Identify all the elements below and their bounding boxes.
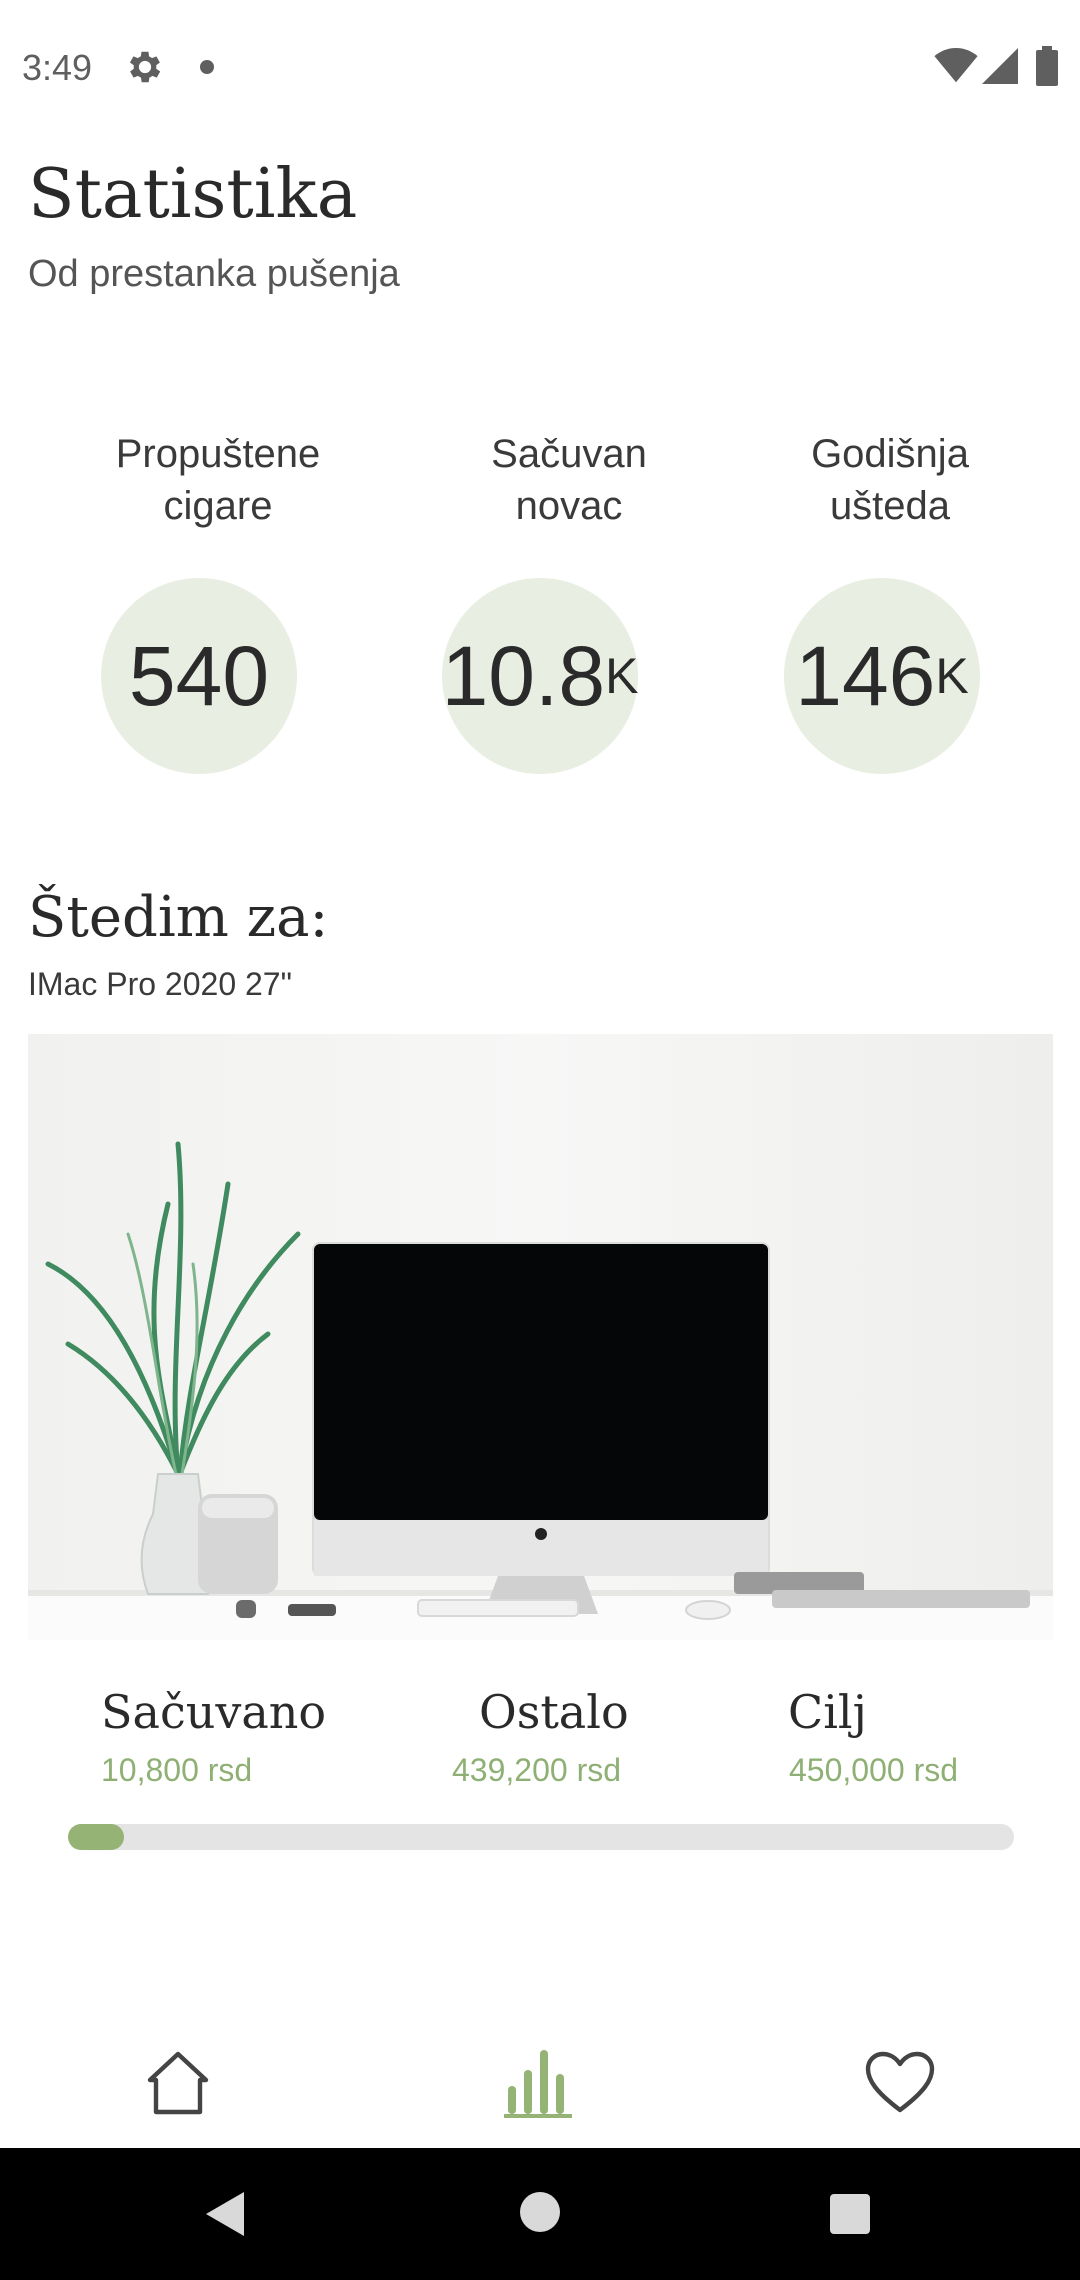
remaining-label: Ostalo bbox=[479, 1685, 629, 1739]
stat-unit-money-saved: K bbox=[605, 648, 639, 704]
saved-value: 10,800 rsd bbox=[101, 1752, 253, 1788]
stat-unit-yearly-savings: K bbox=[935, 648, 969, 704]
stat-label-line2: novac bbox=[515, 484, 623, 528]
home-icon[interactable] bbox=[138, 2042, 218, 2122]
stat-label-yearly-savings: Godišnja ušteda bbox=[730, 428, 1050, 532]
page-subtitle: Od prestanka pušenja bbox=[28, 253, 400, 295]
statistics-icon[interactable] bbox=[500, 2042, 580, 2122]
savings-progress-fill bbox=[68, 1824, 124, 1850]
stat-circle-cigarettes: 540 bbox=[101, 578, 297, 774]
status-time: 3:49 bbox=[22, 47, 93, 88]
wifi-icon bbox=[934, 48, 978, 83]
page-title: Statistika bbox=[28, 155, 358, 234]
stat-value-money-saved: 10.8 bbox=[441, 629, 606, 723]
gear-icon bbox=[129, 51, 161, 83]
stat-value-cigarettes: 540 bbox=[128, 629, 270, 723]
saved-label: Sačuvano bbox=[101, 1685, 327, 1739]
stat-value-yearly-savings: 146 bbox=[795, 629, 936, 723]
recents-icon[interactable] bbox=[828, 2192, 872, 2236]
goal-title: Štedim za: bbox=[28, 885, 329, 950]
stat-label-line2: cigare bbox=[163, 484, 273, 528]
stat-circle-yearly-savings: 146 K bbox=[784, 578, 980, 774]
stat-label-line1: Propuštene bbox=[115, 432, 321, 476]
signal-icon bbox=[982, 48, 1018, 84]
goal-image-illustration bbox=[28, 1034, 1053, 1640]
system-nav-bar bbox=[0, 2148, 1080, 2280]
stat-label-line1: Godišnja bbox=[811, 432, 969, 476]
goal-image bbox=[28, 1034, 1053, 1640]
stat-circle-money-saved: 10.8 K bbox=[442, 578, 638, 774]
savings-progress-bar bbox=[68, 1824, 1014, 1850]
stat-label-line2: ušteda bbox=[829, 484, 951, 528]
target-label: Cilj bbox=[788, 1685, 867, 1739]
notification-dot bbox=[200, 60, 214, 74]
home-button-icon[interactable] bbox=[518, 2190, 562, 2234]
stat-label-money-saved: Sačuvan novac bbox=[409, 428, 729, 532]
heart-icon[interactable] bbox=[860, 2042, 940, 2122]
stat-label-line1: Sačuvan bbox=[491, 432, 647, 476]
target-value: 450,000 rsd bbox=[789, 1752, 959, 1788]
back-icon[interactable] bbox=[204, 2190, 248, 2238]
goal-item-name: IMac Pro 2020 27" bbox=[28, 966, 292, 1002]
stat-label-cigarettes: Propuštene cigare bbox=[58, 428, 378, 532]
remaining-value: 439,200 rsd bbox=[452, 1752, 622, 1788]
battery-icon bbox=[1036, 46, 1058, 86]
